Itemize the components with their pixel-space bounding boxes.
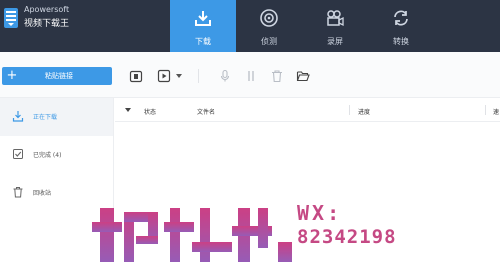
chevron-down-icon[interactable]: [176, 74, 182, 78]
product-name: 视频下载王: [24, 19, 70, 29]
tab-label: 录屏: [327, 37, 343, 46]
download-icon: [195, 11, 211, 26]
record-screen-icon: [327, 10, 344, 27]
tab-download[interactable]: 下载: [170, 0, 236, 52]
toolbar: + 粘贴链接: [0, 52, 500, 98]
brand: Apowersoft 视频下载王: [0, 0, 110, 52]
watermark-wx: WX:: [297, 201, 343, 225]
check-icon: [13, 149, 23, 159]
main-tabs: 下载 侦测 录屏 转换: [170, 0, 434, 52]
tab-detect[interactable]: 侦测: [236, 0, 302, 52]
sidebar-item-label: 正在下载: [33, 114, 58, 121]
app-window: Apowersoft 视频下载王 下载 侦测 录屏 转换 + 粘贴链接 正在下载…: [0, 0, 500, 262]
column-divider: [485, 105, 486, 115]
tab-label: 侦测: [261, 37, 277, 46]
column-status[interactable]: 状态: [144, 107, 156, 116]
table-header: 状态 文件名 进度 速: [115, 98, 500, 122]
tab-convert[interactable]: 转换: [368, 0, 434, 52]
trash-icon: [13, 187, 23, 198]
watermark-logo: [92, 208, 292, 262]
sort-caret-icon[interactable]: [125, 108, 131, 112]
paste-link-label: 粘贴链接: [45, 72, 73, 80]
sidebar-item-completed[interactable]: 已完成 (4): [0, 136, 113, 174]
delete-icon[interactable]: [270, 69, 284, 83]
column-progress[interactable]: 进度: [358, 107, 370, 116]
folder-open-icon[interactable]: [296, 69, 310, 83]
pause-icon[interactable]: [244, 69, 258, 83]
sidebar-item-label: 已完成 (4): [33, 152, 62, 159]
paste-icon[interactable]: [129, 69, 143, 83]
tab-label: 转换: [393, 37, 409, 46]
convert-icon: [394, 10, 408, 26]
sidebar-item-downloading[interactable]: 正在下载: [0, 98, 113, 136]
column-speed[interactable]: 速: [493, 107, 499, 116]
tab-record-screen[interactable]: 录屏: [302, 0, 368, 52]
watermark-number: 82342198: [297, 226, 397, 248]
column-filename[interactable]: 文件名: [197, 107, 215, 116]
column-divider: [349, 105, 350, 115]
play-icon[interactable]: [157, 69, 171, 83]
download-icon: [12, 111, 24, 122]
microphone-icon[interactable]: [218, 69, 232, 83]
paste-link-button[interactable]: + 粘贴链接: [2, 67, 112, 85]
toolbar-divider: [198, 69, 199, 83]
header-bar: Apowersoft 视频下载王 下载 侦测 录屏 转换: [0, 0, 500, 52]
detect-icon: [260, 9, 278, 27]
brand-name: Apowersoft: [24, 5, 70, 14]
plus-icon: +: [6, 68, 18, 83]
tab-label: 下载: [195, 37, 211, 46]
app-logo-icon: [4, 8, 18, 28]
sidebar-item-label: 回收站: [33, 190, 52, 197]
